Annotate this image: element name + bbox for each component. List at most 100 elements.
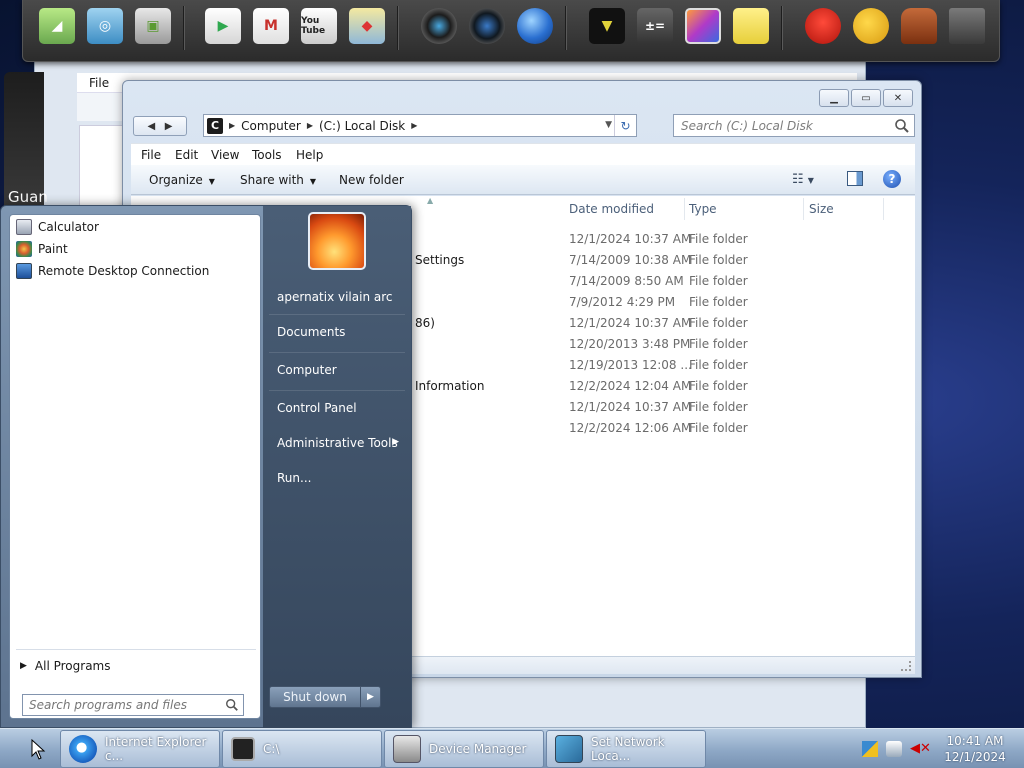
program-calculator[interactable]: Calculator [16,217,99,237]
place-control-panel[interactable]: Control Panel [277,401,357,415]
view-options-icon[interactable]: ☷ ▼ [792,172,814,187]
row-date: 12/19/2013 12:08 ... [569,358,692,372]
gingerbread-icon[interactable] [901,8,937,44]
row-type: File folder [689,316,748,330]
refresh-icon[interactable]: ↻ [614,115,636,136]
start-menu-places-pane: apernatix vilain arc Documents Computer … [263,206,411,729]
organize-button[interactable]: Organize ▼ [149,173,215,187]
calculator-icon [16,219,32,235]
shutdown-button[interactable]: Shut down [269,686,361,708]
left-widget-label: Guan [8,188,48,206]
clock[interactable]: 10:41 AM 12/1/2024 [940,733,1010,765]
mouse-cursor-icon [31,739,46,760]
start-menu: Calculator Paint Remote Desktop Connecti… [0,205,412,729]
menu-edit[interactable]: Edit [175,148,198,162]
back-forward-buttons[interactable]: ◀ ▶ [133,116,187,136]
place-computer[interactable]: Computer [277,363,337,377]
drive-icon [231,737,255,761]
preview-pane-icon[interactable] [847,171,863,186]
trash-icon[interactable] [949,8,985,44]
menu-file[interactable]: File [141,148,161,162]
breadcrumb-arrow-icon[interactable]: ▶ [307,121,313,130]
globe-icon[interactable] [517,8,553,44]
speaker-icon[interactable] [469,8,505,44]
column-size[interactable]: Size [809,202,834,216]
column-divider[interactable] [684,198,685,220]
task-explorer-c[interactable]: C:\ [222,730,382,768]
row-date: 7/14/2009 10:38 AM [569,253,692,267]
breadcrumb-computer[interactable]: Computer [241,119,301,133]
task-device-manager[interactable]: Device Manager [384,730,544,768]
angry-bird-icon[interactable] [805,8,841,44]
calculator-icon[interactable]: ±= [637,8,673,44]
sticky-note-icon[interactable] [733,8,769,44]
android-icon[interactable]: ◢ [39,8,75,44]
menu-help[interactable]: Help [296,148,323,162]
network-icon [555,735,583,763]
new-folder-button[interactable]: New folder [339,173,404,187]
weather-icon[interactable] [853,8,889,44]
task-internet-explorer[interactable]: Internet Explorer c... [60,730,220,768]
breadcrumb-arrow-icon[interactable]: ▶ [411,121,417,130]
flag-icon[interactable] [862,741,878,757]
user-name[interactable]: apernatix vilain arc [277,290,393,304]
help-icon[interactable]: ? [883,170,901,188]
play-store-icon[interactable]: ▶ [205,8,241,44]
column-date-modified[interactable]: Date modified [569,202,654,216]
maximize-button[interactable]: ▭ [851,89,881,107]
task-label: Set Network Loca... [591,735,665,763]
youtube-icon[interactable]: You Tube [301,8,337,44]
task-set-network-location[interactable]: Set Network Loca... [546,730,706,768]
column-type[interactable]: Type [689,202,717,216]
dock-separator [565,6,567,50]
row-type: File folder [689,421,748,435]
address-row: ◀ ▶ C ▶ Computer ▶ (C:) Local Disk ▶ ▼ ↻… [131,114,915,138]
all-programs-button[interactable]: ▶ All Programs [20,659,111,673]
place-run[interactable]: Run... [277,471,311,485]
device-manager-file-menu[interactable]: File [89,76,109,90]
menu-view[interactable]: View [211,148,239,162]
program-remote-desktop[interactable]: Remote Desktop Connection [16,261,209,281]
close-button[interactable]: ✕ [883,89,913,107]
explorer-search-placeholder: Search (C:) Local Disk [681,118,813,133]
user-avatar[interactable] [308,212,366,270]
search-icon[interactable] [225,698,239,712]
column-divider[interactable] [803,198,804,220]
place-documents[interactable]: Documents [277,325,345,339]
breadcrumb-arrow-icon[interactable]: ▶ [229,121,235,130]
breadcrumb-local-disk[interactable]: (C:) Local Disk [319,119,405,133]
picture-frame-icon[interactable] [685,8,721,44]
camera-lens-icon[interactable] [421,8,457,44]
program-paint[interactable]: Paint [16,239,68,259]
menu-tools[interactable]: Tools [252,148,282,162]
maps-icon[interactable]: ◆ [349,8,385,44]
submenu-arrow-icon: ▶ [392,437,399,447]
search-icon[interactable] [894,118,910,134]
triangle-right-icon: ▶ [20,661,27,671]
volume-muted-icon[interactable]: ◀✕ [910,741,931,757]
explorer-search-input[interactable]: Search (C:) Local Disk [673,114,915,137]
place-administrative-tools[interactable]: Administrative Tools [277,436,398,450]
row-name: Settings [415,253,465,267]
gmail-icon[interactable]: M [253,8,289,44]
resize-grip[interactable] [901,661,911,671]
minimize-button[interactable]: ▁ [819,89,849,107]
address-dropdown-icon[interactable]: ▼ [605,120,612,130]
organize-label: Organize [149,173,203,187]
dock-separator [397,6,399,50]
row-name: 86) [415,316,435,330]
row-name: Information [415,379,485,393]
shutdown-options-icon[interactable]: ▶ [361,686,381,708]
clock-time: 10:41 AM [946,734,1004,748]
column-divider[interactable] [883,198,884,220]
palette-icon[interactable]: ▼ [589,8,625,44]
network-tray-icon[interactable] [886,741,902,757]
start-search-input[interactable]: Search programs and files [22,694,244,716]
share-with-button[interactable]: Share with ▼ [240,173,316,187]
drive-icon: C [207,117,223,134]
address-bar[interactable]: C ▶ Computer ▶ (C:) Local Disk ▶ ▼ ↻ [203,114,637,137]
row-date: 7/14/2009 8:50 AM [569,274,684,288]
android-network-icon[interactable]: ◎ [87,8,123,44]
android-folder-icon[interactable]: ▣ [135,8,171,44]
row-type: File folder [689,274,748,288]
